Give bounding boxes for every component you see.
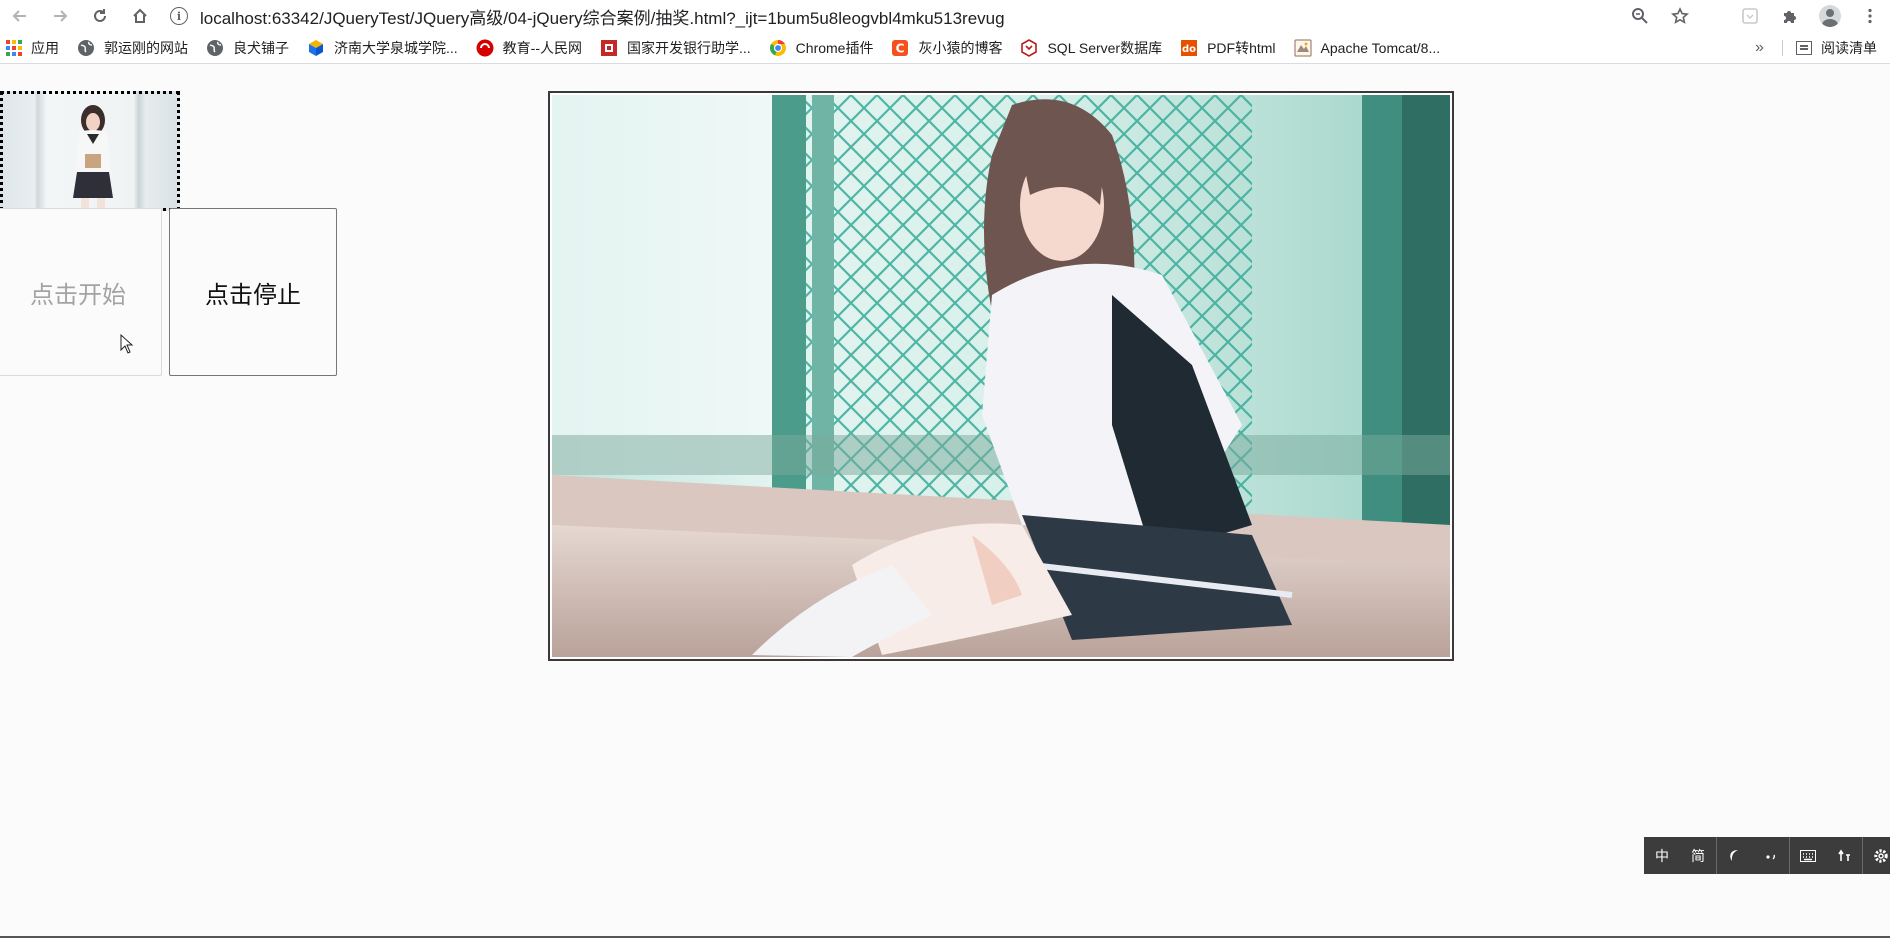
gear-icon	[1874, 848, 1888, 863]
tomcat-icon	[1294, 39, 1312, 56]
reading-list-icon	[1796, 41, 1812, 55]
stop-button[interactable]: 点击停止	[169, 208, 337, 376]
bookmarks-more-button[interactable]: »	[1755, 32, 1764, 64]
prize-photo	[552, 95, 1450, 657]
info-icon[interactable]: i	[170, 7, 188, 25]
people-daily-icon	[476, 39, 494, 56]
extensions-menu-button[interactable]	[1770, 0, 1810, 32]
keyboard-icon	[1800, 849, 1816, 862]
csdn-icon: C	[892, 39, 909, 56]
bookmark-apps[interactable]: 应用	[0, 32, 65, 64]
browser-actions	[1620, 0, 1890, 32]
bookmark-label: 济南大学泉城学院...	[334, 39, 458, 56]
bookmark-ujn[interactable]: 济南大学泉城学院...	[301, 32, 464, 64]
bookmark-label: Apache Tomcat/8...	[1320, 39, 1441, 56]
bookmark-pdf[interactable]: do PDF转html	[1174, 32, 1281, 64]
reading-list-button[interactable]: 阅读清单	[1796, 32, 1877, 64]
ime-fullwidth-toggle[interactable]	[1717, 837, 1753, 874]
bookmark-liangquan[interactable]: 良犬铺子	[200, 32, 295, 64]
bookmark-label: Chrome插件	[795, 39, 874, 56]
home-button[interactable]	[120, 0, 160, 32]
star-icon	[1671, 7, 1689, 24]
bookmarks-bar: 应用 郭运刚的网站 良犬铺子 济南大学泉城学院... 教育--人民网 国家开发银…	[0, 32, 1890, 64]
bookmark-label: 应用	[31, 39, 59, 56]
chrome-icon	[769, 39, 786, 56]
bookmark-label: 国家开发银行助学...	[627, 39, 751, 56]
bookmark-tomcat[interactable]: Apache Tomcat/8...	[1288, 32, 1447, 64]
svg-text:do: do	[1182, 44, 1196, 55]
bookmarks-divider	[1782, 40, 1783, 56]
bookmark-label: SQL Server数据库	[1047, 39, 1163, 56]
bank-icon	[601, 39, 617, 56]
home-icon	[133, 8, 147, 23]
browser-toolbar: i localhost:63342/JQueryTest/JQuery高级/04…	[0, 0, 1890, 32]
mouse-cursor-icon	[120, 334, 134, 354]
back-button[interactable]	[0, 0, 40, 32]
bookmark-people[interactable]: 教育--人民网	[470, 32, 588, 64]
start-button[interactable]: 点击开始	[0, 208, 162, 376]
puzzle-icon	[1784, 11, 1796, 23]
ime-settings-group	[1863, 837, 1890, 874]
reading-list-label: 阅读清单	[1821, 40, 1877, 56]
punctuation-icon	[1766, 854, 1776, 859]
avatar-icon	[1819, 5, 1841, 27]
pdf-icon: do	[1181, 39, 1198, 56]
bookmark-cdb[interactable]: 国家开发银行助学...	[594, 32, 757, 64]
ime-tools-group	[1790, 837, 1863, 874]
reload-button[interactable]	[80, 0, 120, 32]
globe-icon	[78, 39, 94, 56]
moon-icon	[1730, 849, 1738, 861]
page-content: 点击开始 点击停止	[0, 65, 1890, 938]
svg-text:C: C	[896, 41, 905, 55]
prize-image	[548, 91, 1454, 661]
forward-button[interactable]	[40, 0, 80, 32]
profile-button[interactable]	[1810, 0, 1850, 32]
ime-lang-toggle[interactable]: 中	[1644, 837, 1680, 874]
back-arrow-icon	[12, 10, 26, 22]
extension-button[interactable]	[1730, 0, 1770, 32]
reload-icon	[94, 9, 106, 22]
ime-language-group: 中 简	[1644, 837, 1717, 874]
bookmark-label: PDF转html	[1207, 39, 1276, 56]
ime-punctuation-toggle[interactable]	[1753, 837, 1789, 874]
bookmark-label: 教育--人民网	[502, 39, 582, 56]
ime-script-toggle[interactable]: 简	[1680, 837, 1716, 874]
bookmark-label: 灰小猿的博客	[918, 39, 1003, 56]
ime-settings[interactable]	[1863, 837, 1890, 874]
sql-server-icon	[1021, 38, 1038, 57]
bookmark-guoyungang[interactable]: 郭运刚的网站	[71, 32, 194, 64]
thumbnail-photo	[73, 105, 113, 208]
bookmark-chrome[interactable]: Chrome插件	[763, 32, 880, 64]
thumbnail-image	[0, 91, 180, 211]
bookmark-star-button[interactable]	[1660, 0, 1700, 32]
bookmark-label: 良犬铺子	[233, 39, 289, 56]
address-bar[interactable]: i localhost:63342/JQueryTest/JQuery高级/04…	[170, 2, 1610, 30]
ime-soft-keyboard[interactable]	[1790, 837, 1826, 874]
menu-button[interactable]	[1850, 0, 1890, 32]
zoom-icon	[1632, 8, 1648, 24]
ime-toolbox[interactable]	[1826, 837, 1862, 874]
apps-icon	[6, 39, 22, 56]
forward-arrow-icon	[54, 10, 68, 22]
url-text: localhost:63342/JQueryTest/JQuery高级/04-j…	[200, 8, 1005, 28]
kebab-menu-icon	[1868, 8, 1872, 24]
bookmark-csdn[interactable]: C 灰小猿的博客	[885, 32, 1008, 64]
bookmark-sqlserver[interactable]: SQL Server数据库	[1014, 32, 1168, 64]
extension-square-icon	[1742, 8, 1758, 24]
globe-icon	[207, 39, 223, 56]
ime-toolbar: 中 简	[1644, 837, 1890, 874]
toolbar-divider	[1700, 0, 1730, 32]
cube-icon	[309, 39, 323, 56]
zoom-button[interactable]	[1620, 0, 1660, 32]
ime-punct-group	[1717, 837, 1790, 874]
toolbox-icon	[1838, 849, 1850, 861]
bookmark-label: 郭运刚的网站	[104, 39, 188, 56]
